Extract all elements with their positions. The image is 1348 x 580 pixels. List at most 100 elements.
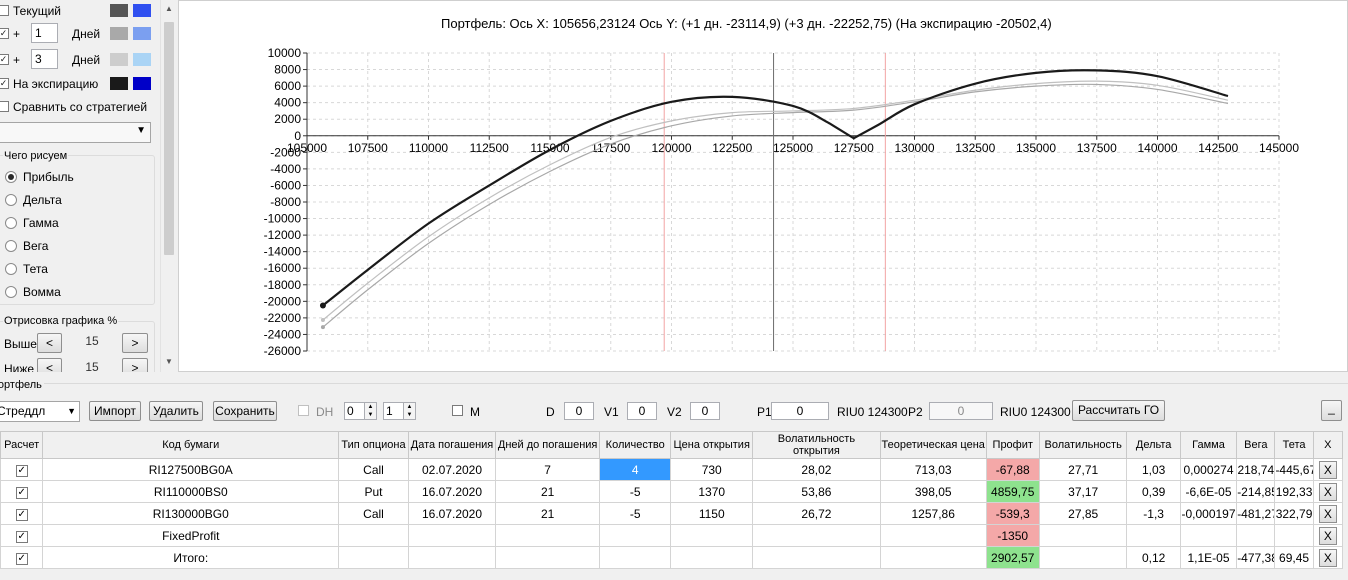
cell-theo: 1257,86: [879, 502, 987, 525]
cell-qty[interactable]: -5: [598, 502, 672, 525]
table-row[interactable]: ✓ Итого: 2902,57 0,12 1,1E-05 -477,38 69,45 X: [0, 546, 1344, 569]
scroll-down-icon[interactable]: ▼: [165, 357, 173, 366]
calc-checkbox[interactable]: ✓: [15, 465, 28, 477]
save-button[interactable]: Сохранить: [213, 401, 277, 421]
radio-gamma[interactable]: [5, 217, 17, 229]
calc-checkbox[interactable]: ✓: [15, 509, 28, 521]
left-panel-scrollbar[interactable]: ▲ ▼: [160, 0, 177, 372]
dh-checkbox[interactable]: [298, 405, 309, 416]
radio-profit[interactable]: [5, 171, 17, 183]
delete-button[interactable]: Удалить: [149, 401, 203, 421]
cell-theo: 398,05: [879, 480, 987, 503]
column-header[interactable]: Тип опциона: [338, 431, 409, 459]
column-header[interactable]: Гамма: [1179, 431, 1238, 459]
plus3-days-input[interactable]: 3: [31, 49, 58, 69]
column-header[interactable]: Волатильность открытия: [752, 431, 881, 459]
plus1-checkbox[interactable]: ✓: [0, 28, 9, 39]
table-row[interactable]: ✓ RI127500BG0A Call 02.07.2020 7 4 730 28,02 713…: [0, 458, 1344, 481]
column-header[interactable]: Код бумаги: [42, 431, 340, 459]
p2-input[interactable]: 0: [929, 402, 993, 420]
series-line: [322, 69, 1229, 307]
strategy-select[interactable]: Стреддл ▼: [0, 401, 80, 422]
column-header[interactable]: Тета: [1274, 431, 1314, 459]
cell-qty[interactable]: [598, 546, 672, 569]
column-header[interactable]: Профит: [985, 431, 1040, 459]
v2-input[interactable]: 0: [690, 402, 720, 420]
current-light-swatch[interactable]: [133, 4, 151, 17]
dh-value1-input[interactable]: 0: [344, 402, 366, 420]
dh-value2-input[interactable]: 1: [383, 402, 405, 420]
column-header[interactable]: Дата погашения: [407, 431, 497, 459]
remove-row-button[interactable]: X: [1318, 548, 1337, 567]
cell-qty[interactable]: 4: [598, 458, 672, 481]
cell-vol: [1038, 546, 1128, 569]
cell-theta: 192,33: [1274, 480, 1314, 503]
radio-label-theta: Тета: [23, 262, 48, 276]
remove-row-button[interactable]: X: [1318, 482, 1337, 501]
column-header[interactable]: Вега: [1236, 431, 1276, 459]
plus1-suffix: Дней: [72, 27, 101, 41]
cell-price: [670, 524, 753, 547]
above-increase-button[interactable]: >: [122, 333, 148, 353]
compare-checkbox[interactable]: [0, 101, 9, 112]
expiry-dark-swatch[interactable]: [110, 77, 128, 90]
calc-checkbox[interactable]: ✓: [15, 487, 28, 499]
table-row[interactable]: ✓ RI130000BG0 Call 16.07.2020 21 -5 1150 26,72 1…: [0, 502, 1344, 525]
cell-qty[interactable]: [598, 524, 672, 547]
current-dark-swatch[interactable]: [110, 4, 128, 17]
radio-vega[interactable]: [5, 240, 17, 252]
remove-row-button[interactable]: X: [1318, 526, 1337, 545]
remove-row-button[interactable]: X: [1318, 504, 1337, 523]
above-decrease-button[interactable]: <: [37, 333, 62, 353]
cell-date: 02.07.2020: [407, 458, 497, 481]
strategy-compare-dropdown[interactable]: ▼: [0, 122, 151, 143]
plus3-light-swatch[interactable]: [133, 53, 151, 66]
column-header[interactable]: Количество: [598, 431, 672, 459]
scroll-up-icon[interactable]: ▲: [165, 4, 173, 13]
y-tick-label: -24000: [264, 327, 302, 341]
chevron-down-icon: ▼: [67, 406, 76, 416]
cell-vega: 218,74: [1236, 458, 1276, 481]
column-header[interactable]: Дней до погашения: [495, 431, 600, 459]
cell-qty[interactable]: -5: [598, 480, 672, 503]
v1-label: V1: [604, 405, 619, 419]
below-decrease-button[interactable]: <: [37, 358, 62, 372]
column-header[interactable]: Волатильность: [1038, 431, 1128, 459]
d-input[interactable]: 0: [564, 402, 594, 420]
calc-checkbox[interactable]: ✓: [15, 531, 28, 543]
plus3-dark-swatch[interactable]: [110, 53, 128, 66]
import-button[interactable]: Импорт: [89, 401, 141, 421]
calc-checkbox[interactable]: ✓: [15, 553, 28, 565]
below-value: 15: [85, 360, 99, 372]
column-header[interactable]: Дельта: [1126, 431, 1181, 459]
current-checkbox[interactable]: [0, 5, 9, 16]
cell-date: 16.07.2020: [407, 502, 497, 525]
expiry-checkbox[interactable]: ✓: [0, 78, 9, 89]
plus1-dark-swatch[interactable]: [110, 27, 128, 40]
remove-row-button[interactable]: X: [1318, 460, 1337, 479]
p1-input[interactable]: 0: [771, 402, 829, 420]
plus1-days-input[interactable]: 1: [31, 23, 58, 43]
table-row[interactable]: ✓ FixedProfit -1350 X: [0, 524, 1344, 547]
column-header[interactable]: Расчет: [0, 431, 44, 459]
plus1-light-swatch[interactable]: [133, 27, 151, 40]
v1-input[interactable]: 0: [627, 402, 657, 420]
dh-value1-spinner[interactable]: ▲ ▼: [364, 402, 377, 420]
calculate-go-button[interactable]: Рассчитать ГО: [1072, 400, 1165, 421]
cell-theta: 322,79: [1274, 502, 1314, 525]
below-increase-button[interactable]: >: [122, 358, 148, 372]
plus3-checkbox[interactable]: ✓: [0, 54, 9, 65]
radio-vomma[interactable]: [5, 286, 17, 298]
column-header[interactable]: Теоретическая цена: [879, 431, 987, 459]
payoff-chart[interactable]: 1000080006000400020000-2000-4000-6000-80…: [179, 1, 1347, 371]
radio-delta[interactable]: [5, 194, 17, 206]
table-row[interactable]: ✓ RI110000BS0 Put 16.07.2020 21 -5 1370 53,86 39…: [0, 480, 1344, 503]
expiry-light-swatch[interactable]: [133, 77, 151, 90]
radio-theta[interactable]: [5, 263, 17, 275]
column-header[interactable]: X: [1312, 431, 1344, 459]
column-header[interactable]: Цена открытия: [670, 431, 753, 459]
dh-value2-spinner[interactable]: ▲ ▼: [403, 402, 416, 420]
m-checkbox[interactable]: [452, 405, 463, 416]
minimize-button[interactable]: _: [1321, 400, 1342, 421]
scrollbar-thumb[interactable]: [164, 22, 174, 255]
